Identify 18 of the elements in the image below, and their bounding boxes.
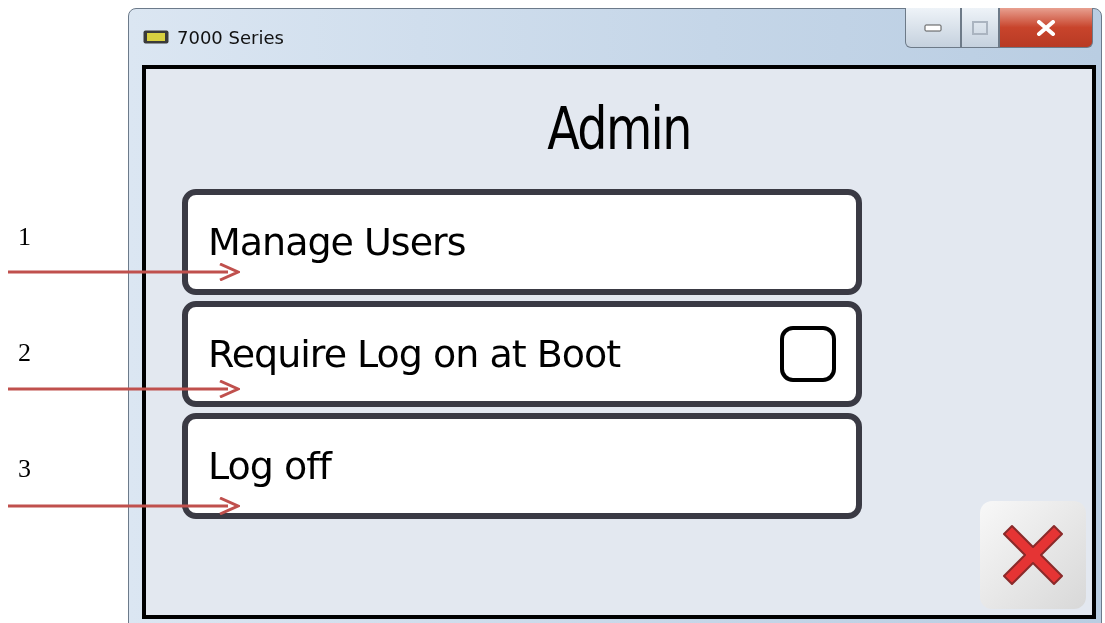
page-heading: Admin: [546, 94, 692, 165]
menu-button[interactable]: Manage Users: [182, 189, 862, 295]
minimize-button[interactable]: [905, 8, 961, 48]
exit-button[interactable]: [980, 501, 1086, 609]
maximize-button[interactable]: [961, 8, 999, 48]
annotation-number: 1: [18, 222, 31, 252]
option-row[interactable]: Require Log on at Boot: [182, 301, 862, 407]
menu-button[interactable]: Log off: [182, 413, 862, 519]
option-label: Require Log on at Boot: [208, 332, 621, 376]
close-icon: [1036, 19, 1056, 36]
minimize-icon: [924, 23, 942, 32]
app-icon: [143, 30, 169, 44]
window-title: 7000 Series: [177, 26, 284, 48]
annotation-number: 2: [18, 338, 31, 368]
close-button[interactable]: [999, 8, 1093, 48]
checkbox[interactable]: [780, 326, 836, 382]
annotation-number: 3: [18, 454, 31, 484]
maximize-icon: [972, 20, 988, 35]
